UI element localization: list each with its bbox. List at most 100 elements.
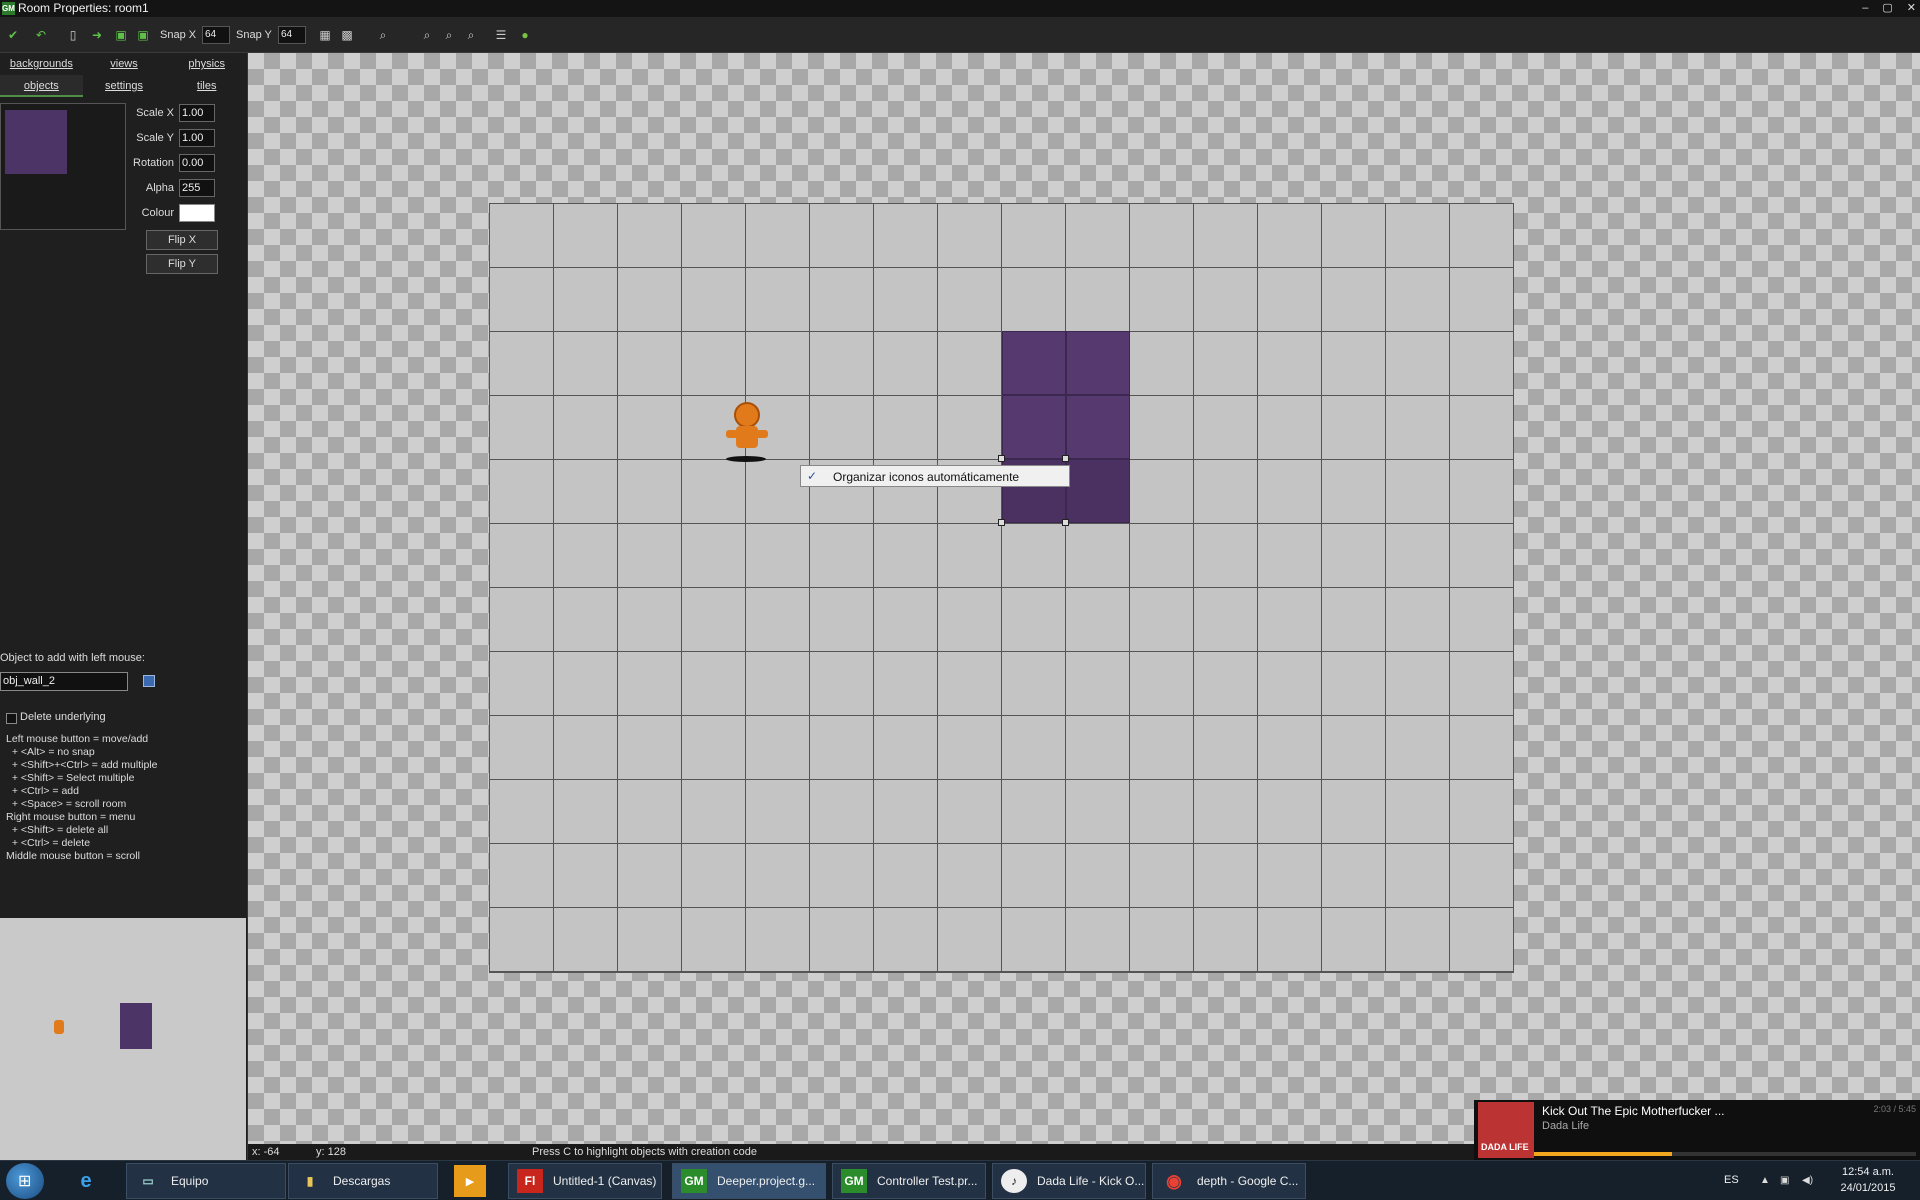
track-artist: Dada Life [1542, 1120, 1590, 1132]
windows-taskbar: ⊞ e ▭ Equipo ▮ Descargas ▶ Fl Untitled-1 (C… [0, 1160, 1920, 1200]
selection-handle[interactable] [998, 455, 1005, 462]
player-body [736, 426, 758, 448]
scale-x-input[interactable]: 1.00 [179, 104, 215, 122]
tab-backgrounds[interactable]: backgrounds [0, 53, 83, 75]
language-indicator[interactable]: ES [1724, 1174, 1739, 1186]
track-title: Kick Out The Epic Motherfucker ... [1542, 1104, 1725, 1118]
delete-underlying-label: Delete underlying [20, 711, 106, 723]
media-player-icon[interactable]: ▶ [454, 1165, 486, 1197]
taskbar-item[interactable]: ♪ Dada Life - Kick O... [992, 1163, 1146, 1199]
colour-label: Colour [141, 207, 174, 219]
snap-x-input[interactable]: 64 [202, 26, 230, 44]
status-hint: Press C to highlight objects with creati… [532, 1146, 758, 1158]
wall-instance-selected[interactable] [1066, 459, 1130, 523]
internet-explorer-icon[interactable]: e [70, 1165, 102, 1197]
player-shadow [726, 456, 766, 462]
tab-settings[interactable]: settings [83, 75, 166, 97]
unlock-icon[interactable]: ▣ [112, 26, 130, 44]
clock-time[interactable]: 12:54 a.m. [1838, 1166, 1898, 1178]
wall-sprite-preview [5, 110, 67, 174]
isometric-grid-icon[interactable]: ▩ [338, 26, 356, 44]
windows-logo-icon: ⊞ [18, 1173, 32, 1190]
rotation-input[interactable]: 0.00 [179, 154, 215, 172]
grid-icon[interactable]: ▦ [316, 26, 334, 44]
folder-icon: ▮ [306, 1174, 314, 1188]
tab-views[interactable]: views [83, 53, 166, 75]
room-grid[interactable] [489, 203, 1514, 973]
start-button[interactable]: ⊞ [6, 1163, 44, 1199]
player-arm [756, 430, 768, 438]
zoom-dropdown-icon[interactable]: ⌕ [374, 26, 392, 44]
tab-physics[interactable]: physics [165, 53, 248, 75]
player-instance[interactable] [726, 400, 770, 464]
now-playing-widget[interactable]: DADA LIFE Kick Out The Epic Motherfucker… [1474, 1100, 1920, 1160]
scale-y-input[interactable]: 1.00 [179, 129, 215, 147]
taskbar-item[interactable]: GM Controller Test.pr... [832, 1163, 986, 1199]
scale-y-label: Scale Y [136, 132, 174, 144]
minimap-wall-marker [120, 1003, 152, 1049]
taskbar-item[interactable]: Fl Untitled-1 (Canvas) [508, 1163, 662, 1199]
confirm-icon[interactable]: ✔ [4, 26, 22, 44]
player-head [734, 402, 760, 428]
delete-underlying-checkbox[interactable] [6, 713, 17, 724]
taskbar-item-label: Descargas [333, 1174, 391, 1188]
undo-icon[interactable]: ↶ [32, 26, 50, 44]
selection-handle[interactable] [998, 519, 1005, 526]
minimize-button[interactable]: – [1862, 0, 1868, 17]
maximize-button[interactable]: ▢ [1882, 0, 1892, 17]
taskbar-item[interactable]: ◉ depth - Google C... [1152, 1163, 1306, 1199]
clock-date[interactable]: 24/01/2015 [1838, 1182, 1898, 1194]
wall-instance[interactable] [1002, 395, 1066, 459]
snap-x-label: Snap X [160, 29, 197, 41]
selection-handle[interactable] [1062, 455, 1069, 462]
album-art: DADA LIFE [1478, 1102, 1534, 1158]
snap-y-label: Snap Y [236, 29, 272, 41]
window-titlebar: GM Room Properties: room1 – ▢ ✕ [0, 0, 1920, 17]
window-title: Room Properties: room1 [18, 1, 149, 15]
check-icon: ✓ [807, 469, 818, 483]
list-icon[interactable]: ☰ [492, 26, 510, 44]
wall-instance[interactable] [1066, 395, 1130, 459]
shift-arrow-icon[interactable]: ➜ [88, 26, 106, 44]
close-button[interactable]: ✕ [1907, 0, 1916, 17]
taskbar-item-active[interactable]: GM Deeper.project.g... [672, 1163, 826, 1199]
alpha-input[interactable]: 255 [179, 179, 215, 197]
alpha-label: Alpha [145, 182, 174, 194]
volume-icon[interactable]: ◀) [1802, 1175, 1813, 1186]
colour-swatch[interactable] [179, 204, 215, 222]
mouse-help-text: Left mouse button = move/add + <Alt> = n… [6, 733, 158, 862]
context-menu-item[interactable]: Organizar iconos automáticamente [833, 470, 1019, 484]
album-art-label: DADA LIFE [1481, 1142, 1529, 1152]
taskbar-item[interactable]: ▮ Descargas [288, 1163, 438, 1199]
taskbar-item-label: Dada Life - Kick O... [1037, 1174, 1145, 1188]
help-icon[interactable]: ● [516, 26, 534, 44]
network-icon[interactable]: ▣ [1780, 1175, 1789, 1186]
minimap-player-marker [54, 1020, 64, 1034]
cursor-x-readout: x: -64 [252, 1146, 280, 1158]
flip-y-button[interactable]: Flip Y [146, 254, 218, 274]
room-toolbar: ✔ ↶ ▯ ➜ ▣ ▣ Snap X 64 Snap Y 64 ▦ ▩ ⌕ ⌕ … [0, 17, 1920, 53]
wall-instance[interactable] [1066, 331, 1130, 395]
taskbar-item[interactable]: ▭ Equipo [126, 1163, 286, 1199]
tray-expand-icon[interactable]: ▲ [1760, 1175, 1770, 1186]
flip-x-button[interactable]: Flip X [146, 230, 218, 250]
window-controls: – ▢ ✕ [1862, 0, 1916, 17]
zoom-out-icon[interactable]: ⌕ [418, 26, 436, 44]
tab-tiles[interactable]: tiles [165, 75, 248, 97]
tab-objects[interactable]: objects [0, 75, 83, 97]
object-picker-icon[interactable] [143, 675, 155, 687]
computer-icon: ▭ [142, 1174, 154, 1188]
flash-icon: Fl [517, 1169, 543, 1193]
track-progress-fill [1534, 1152, 1672, 1156]
selection-handle[interactable] [1062, 519, 1069, 526]
object-to-add-input[interactable]: obj_wall_2 [0, 672, 128, 691]
snap-y-input[interactable]: 64 [278, 26, 306, 44]
new-page-icon[interactable]: ▯ [64, 26, 82, 44]
chrome-icon: ◉ [1166, 1171, 1182, 1191]
wall-instance[interactable] [1002, 331, 1066, 395]
zoom-in-icon[interactable]: ⌕ [462, 26, 480, 44]
track-time: 2:03 / 5:45 [1873, 1104, 1916, 1114]
track-progress-bar[interactable] [1534, 1152, 1916, 1156]
zoom-reset-icon[interactable]: ⌕ [440, 26, 458, 44]
lock-icon[interactable]: ▣ [134, 26, 152, 44]
